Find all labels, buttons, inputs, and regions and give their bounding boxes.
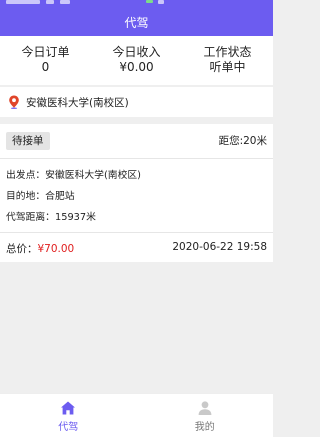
stat-label: 今日订单 [21,45,70,59]
status-bar-blob [6,0,40,4]
price-value: ¥70.00 [37,243,75,255]
app-root: 代驾 今日订单 0 今日收入 ¥0.00 工作状态 听单中 安徽医科大学(南校区… [0,0,273,437]
order-datetime: 2020-06-22 19:58 [172,241,267,253]
stat-value: ¥0.00 [119,60,154,74]
home-icon [61,401,76,415]
order-card[interactable]: 待接单 距您:20米 出发点：安徽医科大学(南校区) 目的地：合肥站 代驾距离：… [0,124,273,262]
map-pin-icon [9,95,19,109]
status-bar [0,0,273,12]
stat-label: 今日收入 [112,45,161,59]
tab-driving[interactable]: 代驾 [0,394,137,437]
status-bar-blob [60,0,70,4]
distance-to-you: 距您:20米 [218,135,267,147]
current-location[interactable]: 安徽医科大学(南校区) [0,87,273,117]
drive-distance: 代驾距离：15937米 [6,212,96,223]
bottom-tab-bar: 代驾 我的 [0,393,273,437]
status-bar-blob [158,0,164,4]
order-card-footer: 总价：¥70.00 2020-06-22 19:58 [0,233,273,263]
stat-today-orders: 今日订单 0 [0,36,91,85]
order-details: 出发点：安徽医科大学(南校区) 目的地：合肥站 代驾距离：15937米 [0,159,273,232]
start-point: 出发点：安徽医科大学(南校区) [6,170,142,181]
page-title: 代驾 [124,16,149,30]
stats-row: 今日订单 0 今日收入 ¥0.00 工作状态 听单中 [0,36,273,85]
total-label: 总价： [6,243,38,255]
stat-today-income: 今日收入 ¥0.00 [91,36,182,85]
status-bar-blob [46,0,54,4]
tab-label: 代驾 [58,422,79,433]
stat-label: 工作状态 [203,45,252,59]
stat-work-status[interactable]: 工作状态 听单中 [182,36,273,85]
status-bar-signal-icon [146,0,153,3]
tab-mine[interactable]: 我的 [137,394,274,437]
user-icon [198,401,212,415]
status-badge: 待接单 [6,132,50,150]
destination: 目的地：合肥站 [6,191,75,202]
header-bar: 代驾 [0,0,273,36]
tab-label: 我的 [194,422,215,433]
location-label: 安徽医科大学(南校区) [26,96,129,109]
stat-value: 听单中 [209,60,246,74]
order-card-header: 待接单 距您:20米 [0,124,273,158]
total-price: 总价：¥70.00 [6,241,74,256]
stat-value: 0 [41,60,50,74]
